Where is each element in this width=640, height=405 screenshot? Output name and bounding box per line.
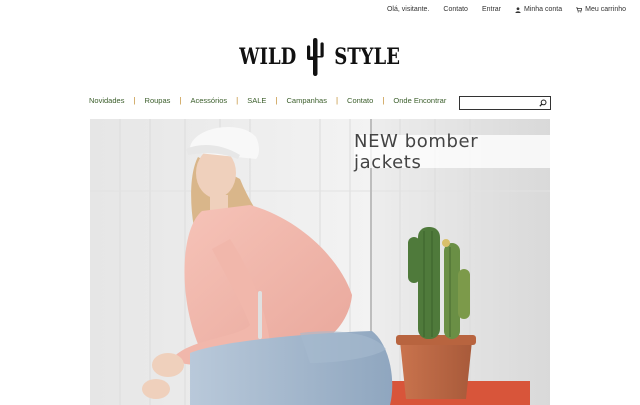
nav-item-novidades[interactable]: Novidades (89, 96, 124, 105)
search-box (459, 96, 551, 110)
login-link[interactable]: Entrar (482, 6, 501, 13)
cart-icon (576, 6, 583, 12)
cactus-logo-icon (306, 38, 324, 76)
nav-item-acessorios[interactable]: Acessórios (190, 96, 227, 105)
nav-separator: | (236, 96, 239, 105)
logo-word-style: STYLE (333, 44, 400, 70)
search-icon[interactable] (539, 99, 547, 107)
nav-item-contato[interactable]: Contato (347, 96, 373, 105)
my-cart-label: Meu carrinho (585, 6, 626, 13)
search-input[interactable] (461, 98, 535, 108)
hero-caption-text: NEW bomber jackets (354, 130, 479, 173)
my-account-link[interactable]: Minha conta (515, 6, 562, 13)
nav-separator: | (133, 96, 136, 105)
nav-separator: | (275, 96, 278, 105)
nav-item-sale[interactable]: SALE (247, 96, 266, 105)
nav-item-roupas[interactable]: Roupas (145, 96, 171, 105)
main-navigation: Novidades | Roupas | Acessórios | SALE |… (89, 96, 446, 105)
logo-word-wild: WILD (239, 44, 297, 70)
nav-separator: | (179, 96, 182, 105)
site-logo[interactable]: WILD STYLE (0, 38, 640, 76)
contact-link[interactable]: Contato (443, 6, 468, 13)
hero-banner[interactable]: NEW bomber jackets (90, 119, 550, 405)
nav-item-onde-encontrar[interactable]: Onde Encontrar (393, 96, 446, 105)
my-account-label: Minha conta (524, 6, 563, 13)
nav-separator: | (382, 96, 385, 105)
user-icon (515, 6, 521, 13)
nav-item-campanhas[interactable]: Campanhas (287, 96, 327, 105)
greeting-text: Olá, visitante. (386, 6, 430, 13)
nav-separator: | (335, 96, 339, 105)
top-utility-bar: Olá, visitante. Contato Entrar Minha con… (387, 6, 626, 13)
my-cart-link[interactable]: Meu carrinho (576, 6, 626, 13)
hero-caption-box: NEW bomber jackets (354, 131, 550, 173)
